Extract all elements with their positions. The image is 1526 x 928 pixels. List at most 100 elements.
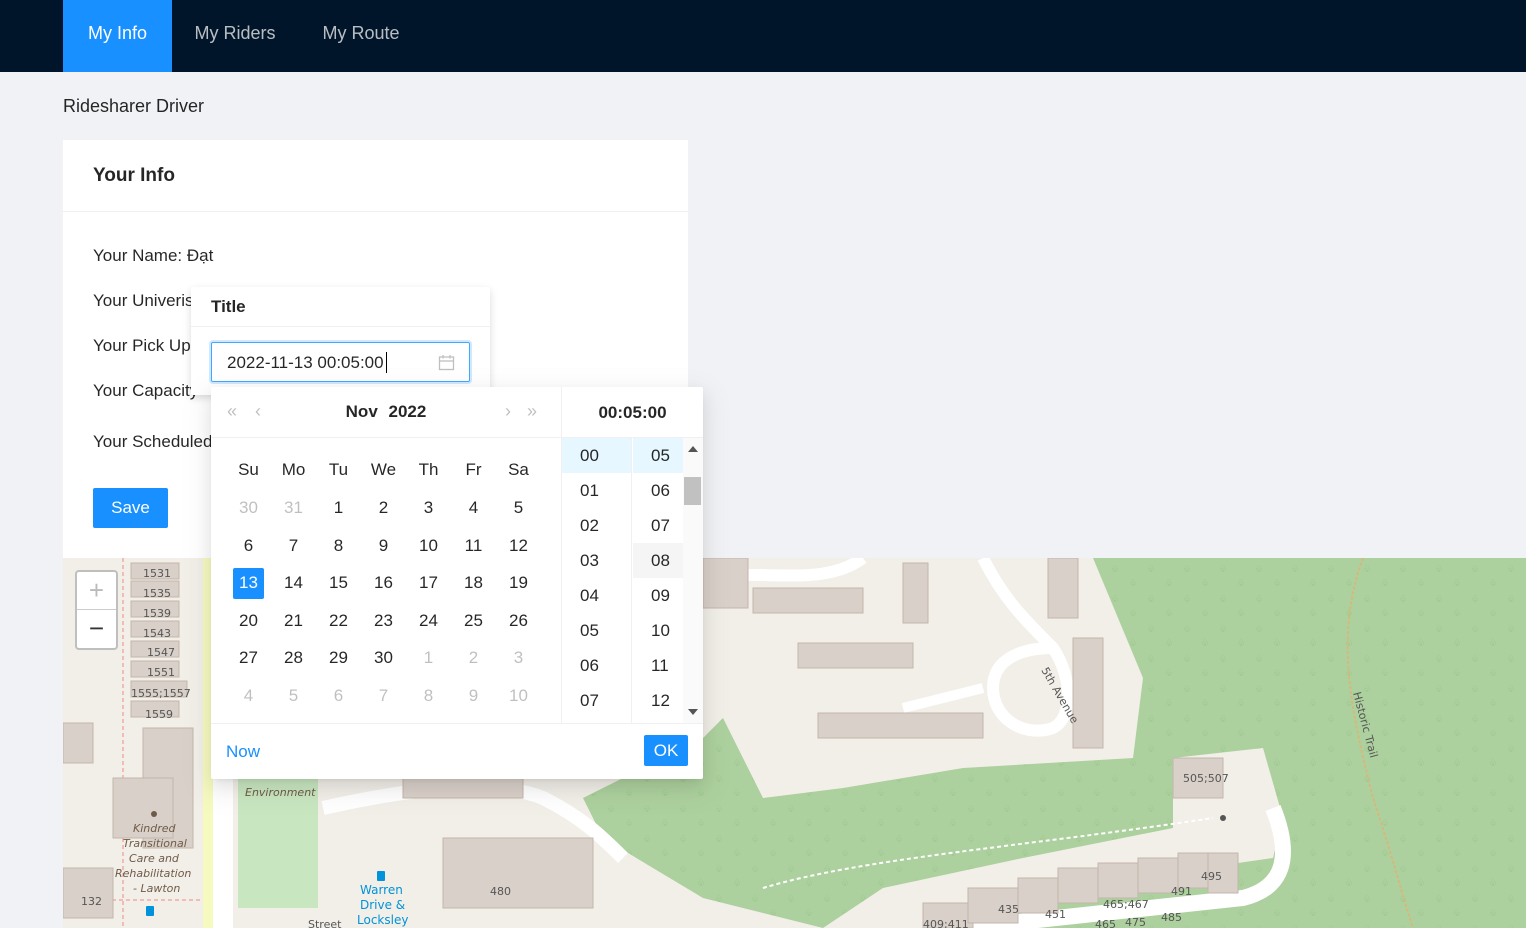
day-label: 24 (419, 611, 438, 630)
hour-column[interactable]: 00 01 02 03 04 05 06 07 (562, 438, 632, 723)
day-cell[interactable]: 19 (496, 573, 541, 593)
hour-cell[interactable]: 01 (562, 473, 631, 508)
map-label: 1535 (143, 587, 171, 600)
day-cell[interactable]: 23 (361, 611, 406, 631)
minute-cell[interactable]: 10 (633, 613, 683, 648)
day-cell[interactable]: 7 (271, 536, 316, 556)
minute-cell[interactable]: 12 (633, 683, 683, 718)
map-label: Transitional (123, 837, 187, 850)
day-label: 13 (239, 573, 258, 592)
day-label: 17 (419, 573, 438, 592)
day-cell[interactable]: 2 (361, 498, 406, 518)
nav-my-info[interactable]: My Info (63, 0, 172, 72)
day-cell[interactable]: 25 (451, 611, 496, 631)
day-cell[interactable]: 1 (406, 648, 451, 668)
day-cell[interactable]: 9 (451, 686, 496, 706)
field-capacity: Your Capacity (93, 381, 199, 400)
zoom-in-button[interactable]: + (77, 572, 116, 610)
hour-cell[interactable]: 00 (562, 438, 631, 473)
day-cell[interactable]: 29 (316, 648, 361, 668)
day-cell[interactable]: 20 (226, 611, 271, 631)
day-cell[interactable]: 30 (226, 498, 271, 518)
day-cell[interactable]: 7 (361, 686, 406, 706)
day-cell[interactable]: 10 (406, 536, 451, 556)
minute-column[interactable]: 05 06 07 08 09 10 11 12 (633, 438, 683, 723)
next-month-icon[interactable]: › (505, 401, 511, 422)
day-cell[interactable]: 21 (271, 611, 316, 631)
day-cell[interactable]: 2 (451, 648, 496, 668)
day-cell[interactable]: 9 (361, 536, 406, 556)
day-cell[interactable]: 27 (226, 648, 271, 668)
day-cell[interactable]: 11 (451, 536, 496, 556)
hour-cell[interactable]: 06 (562, 648, 631, 683)
scrollbar[interactable] (683, 438, 703, 723)
ok-button[interactable]: OK (644, 735, 688, 766)
day-cell[interactable]: 30 (361, 648, 406, 668)
day-cell[interactable]: 14 (271, 573, 316, 593)
day-label: 11 (464, 536, 483, 555)
scroll-thumb[interactable] (684, 477, 701, 505)
day-cell[interactable]: 3 (496, 648, 541, 668)
zoom-out-button[interactable]: − (77, 610, 116, 648)
save-button[interactable]: Save (93, 488, 168, 528)
picker-month[interactable]: Nov (346, 402, 378, 421)
minute-cell[interactable]: 08 (633, 543, 683, 578)
day-cell[interactable]: 8 (316, 536, 361, 556)
hour-cell[interactable]: 03 (562, 543, 631, 578)
day-cell[interactable]: 24 (406, 611, 451, 631)
day-cell[interactable]: 4 (226, 686, 271, 706)
nav-my-route[interactable]: My Route (298, 0, 424, 72)
day-cell[interactable]: 18 (451, 573, 496, 593)
day-cell[interactable]: 17 (406, 573, 451, 593)
now-button[interactable]: Now (226, 742, 260, 762)
day-cell-selected[interactable]: 13 (226, 568, 271, 599)
datetime-input[interactable]: 2022-11-13 00:05:00 (211, 342, 470, 382)
calendar-icon[interactable] (438, 354, 455, 376)
picker-year[interactable]: 2022 (389, 402, 427, 421)
day-cell[interactable]: 5 (496, 498, 541, 518)
minute-cell[interactable]: 06 (633, 473, 683, 508)
day-label: 31 (284, 498, 303, 517)
day-label: 9 (378, 536, 389, 555)
map-label: 485 (1161, 911, 1182, 924)
day-cell[interactable]: 5 (271, 686, 316, 706)
day-cell[interactable]: 1 (316, 498, 361, 518)
day-cell[interactable]: 31 (271, 498, 316, 518)
map-label: 465;467 (1103, 898, 1149, 911)
day-label: 8 (423, 686, 434, 705)
minute-cell[interactable]: 09 (633, 578, 683, 613)
day-cell[interactable]: 26 (496, 611, 541, 631)
hour-cell[interactable]: 07 (562, 683, 631, 718)
minute-cell[interactable]: 11 (633, 648, 683, 683)
day-cell[interactable]: 8 (406, 686, 451, 706)
map-label: 1547 (147, 646, 175, 659)
hour-cell[interactable]: 04 (562, 578, 631, 613)
scroll-up-icon[interactable] (688, 446, 698, 452)
day-cell[interactable]: 3 (406, 498, 451, 518)
day-cell[interactable]: 10 (496, 686, 541, 706)
minute-cell[interactable]: 07 (633, 508, 683, 543)
day-cell[interactable]: 12 (496, 536, 541, 556)
day-cell[interactable]: 6 (226, 536, 271, 556)
day-cell[interactable]: 15 (316, 573, 361, 593)
day-label: 5 (513, 498, 524, 517)
minute-cell[interactable]: 05 (633, 438, 683, 473)
map-label: 475 (1125, 916, 1146, 928)
scroll-down-icon[interactable] (688, 709, 698, 715)
page-label: Ridesharer Driver (63, 96, 205, 116)
hour-cell[interactable]: 02 (562, 508, 631, 543)
day-label: 19 (509, 573, 528, 592)
map-label: 451 (1045, 908, 1066, 921)
hour-cell[interactable]: 05 (562, 613, 631, 648)
map-label: 1543 (143, 627, 171, 640)
day-cell[interactable]: 28 (271, 648, 316, 668)
day-label: 10 (419, 536, 438, 555)
day-cell[interactable]: 22 (316, 611, 361, 631)
nav-my-riders[interactable]: My Riders (172, 0, 298, 72)
map-label: Street (308, 918, 342, 928)
next-year-icon[interactable]: » (527, 401, 537, 422)
day-cell[interactable]: 16 (361, 573, 406, 593)
day-label: 7 (288, 536, 299, 555)
day-cell[interactable]: 4 (451, 498, 496, 518)
day-cell[interactable]: 6 (316, 686, 361, 706)
